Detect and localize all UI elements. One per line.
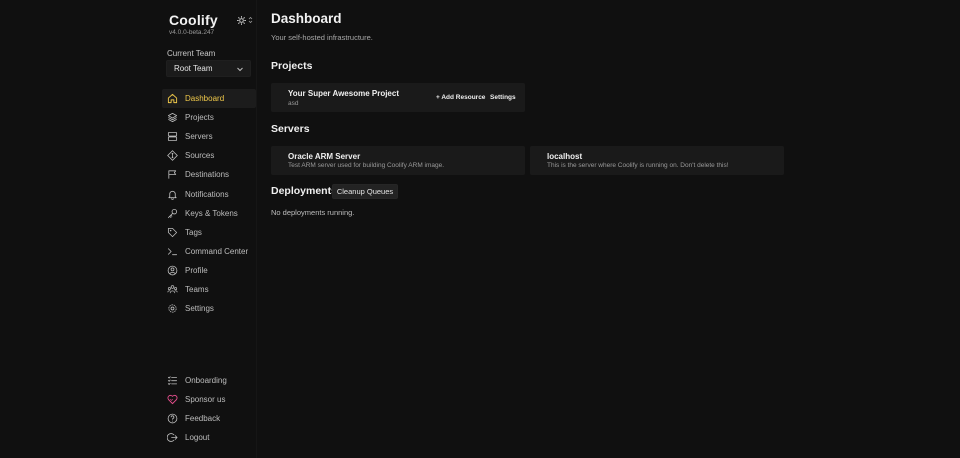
sidebar-item-sponsor[interactable]: Sponsor us xyxy=(162,390,256,409)
sidebar-item-label: Sponsor us xyxy=(185,395,226,405)
sidebar-item-command-center[interactable]: Command Center xyxy=(162,242,256,261)
terminal-icon xyxy=(167,246,178,257)
sidebar-item-label: Projects xyxy=(185,113,214,123)
project-description: asd xyxy=(288,100,299,107)
sidebar-item-feedback[interactable]: Feedback xyxy=(162,409,256,428)
sidebar-item-label: Feedback xyxy=(185,414,221,424)
sun-icon xyxy=(237,15,246,25)
server-description: Test ARM server used for building Coolif… xyxy=(288,162,445,169)
sidebar: Coolify v4.0.0-beta.247 Current Team Roo… xyxy=(160,0,256,458)
project-card[interactable]: Your Super Awesome Project asd + Add Res… xyxy=(271,83,525,112)
chevron-down-icon xyxy=(236,65,244,75)
sidebar-item-label: Teams xyxy=(185,284,209,294)
page-subtitle: Your self-hosted infrastructure. xyxy=(271,33,373,42)
home-icon xyxy=(167,93,178,104)
help-icon xyxy=(167,413,178,424)
team-select-value: Root Team xyxy=(174,64,213,73)
theme-toggle[interactable] xyxy=(237,15,255,25)
gear-icon xyxy=(167,303,178,314)
sidebar-item-profile[interactable]: Profile xyxy=(162,261,256,280)
sidebar-item-label: Keys & Tokens xyxy=(185,208,238,218)
sidebar-item-sources[interactable]: Sources xyxy=(162,146,256,165)
sidebar-item-settings[interactable]: Settings xyxy=(162,299,256,318)
project-settings-link[interactable]: Settings xyxy=(490,94,516,101)
sidebar-item-projects[interactable]: Projects xyxy=(162,108,256,127)
sidebar-item-label: Onboarding xyxy=(185,376,227,386)
sidebar-item-teams[interactable]: Teams xyxy=(162,280,256,299)
layers-icon xyxy=(167,112,178,123)
heart-icon xyxy=(167,394,178,405)
sidebar-item-label: Profile xyxy=(185,265,208,275)
sidebar-item-label: Tags xyxy=(185,227,202,237)
sidebar-item-destinations[interactable]: Destinations xyxy=(162,165,256,184)
sidebar-item-onboarding[interactable]: Onboarding xyxy=(162,371,256,390)
sidebar-item-label: Logout xyxy=(185,433,210,443)
page-title: Dashboard xyxy=(271,11,342,26)
current-team-label: Current Team xyxy=(167,49,216,58)
sidebar-item-servers[interactable]: Servers xyxy=(162,127,256,146)
sidebar-item-label: Dashboard xyxy=(185,94,225,104)
server-card[interactable]: localhost This is the server where Cooli… xyxy=(530,146,784,175)
chevron-updown-icon xyxy=(248,16,253,24)
sidebar-item-notifications[interactable]: Notifications xyxy=(162,184,256,203)
servers-heading: Servers xyxy=(271,123,310,135)
logout-icon xyxy=(167,432,178,443)
cleanup-queues-button[interactable]: Cleanup Queues xyxy=(332,184,398,199)
server-card[interactable]: Oracle ARM Server Test ARM server used f… xyxy=(271,146,525,175)
sidebar-item-tags[interactable]: Tags xyxy=(162,223,256,242)
server-icon xyxy=(167,131,178,142)
sidebar-item-label: Notifications xyxy=(185,189,229,199)
user-icon xyxy=(167,265,178,276)
sidebar-item-logout[interactable]: Logout xyxy=(162,428,256,447)
projects-heading: Projects xyxy=(271,60,313,72)
server-name: localhost xyxy=(547,152,583,161)
sidebar-item-keys-tokens[interactable]: Keys & Tokens xyxy=(162,204,256,223)
bell-icon xyxy=(167,189,178,200)
destination-icon xyxy=(167,169,178,180)
sidebar-divider xyxy=(256,0,257,458)
sidebar-item-label: Command Center xyxy=(185,246,249,256)
sidebar-item-label: Servers xyxy=(185,132,213,142)
deployments-empty-text: No deployments running. xyxy=(271,208,355,217)
deployments-heading: Deployments xyxy=(271,185,337,197)
main-nav: Dashboard Projects Servers Sources Desti… xyxy=(162,89,256,318)
checklist-icon xyxy=(167,375,178,386)
git-icon xyxy=(167,150,178,162)
sidebar-item-label: Sources xyxy=(185,151,215,161)
sidebar-item-dashboard[interactable]: Dashboard xyxy=(162,89,256,109)
server-description: This is the server where Coolify is runn… xyxy=(547,162,729,169)
project-name: Your Super Awesome Project xyxy=(288,89,399,98)
sidebar-item-label: Settings xyxy=(185,304,214,314)
users-icon xyxy=(167,284,178,295)
sidebar-item-label: Destinations xyxy=(185,170,230,180)
brand: Coolify v4.0.0-beta.247 xyxy=(169,12,255,40)
key-icon xyxy=(167,208,178,219)
tag-icon xyxy=(167,227,178,238)
main-content: Dashboard Your self-hosted infrastructur… xyxy=(271,0,960,458)
team-select[interactable]: Root Team xyxy=(166,60,251,77)
server-name: Oracle ARM Server xyxy=(288,152,361,161)
bottom-nav: Onboarding Sponsor us Feedback Logout xyxy=(162,371,256,447)
add-resource-link[interactable]: + Add Resource xyxy=(436,94,485,101)
brand-version: v4.0.0-beta.247 xyxy=(169,29,215,36)
